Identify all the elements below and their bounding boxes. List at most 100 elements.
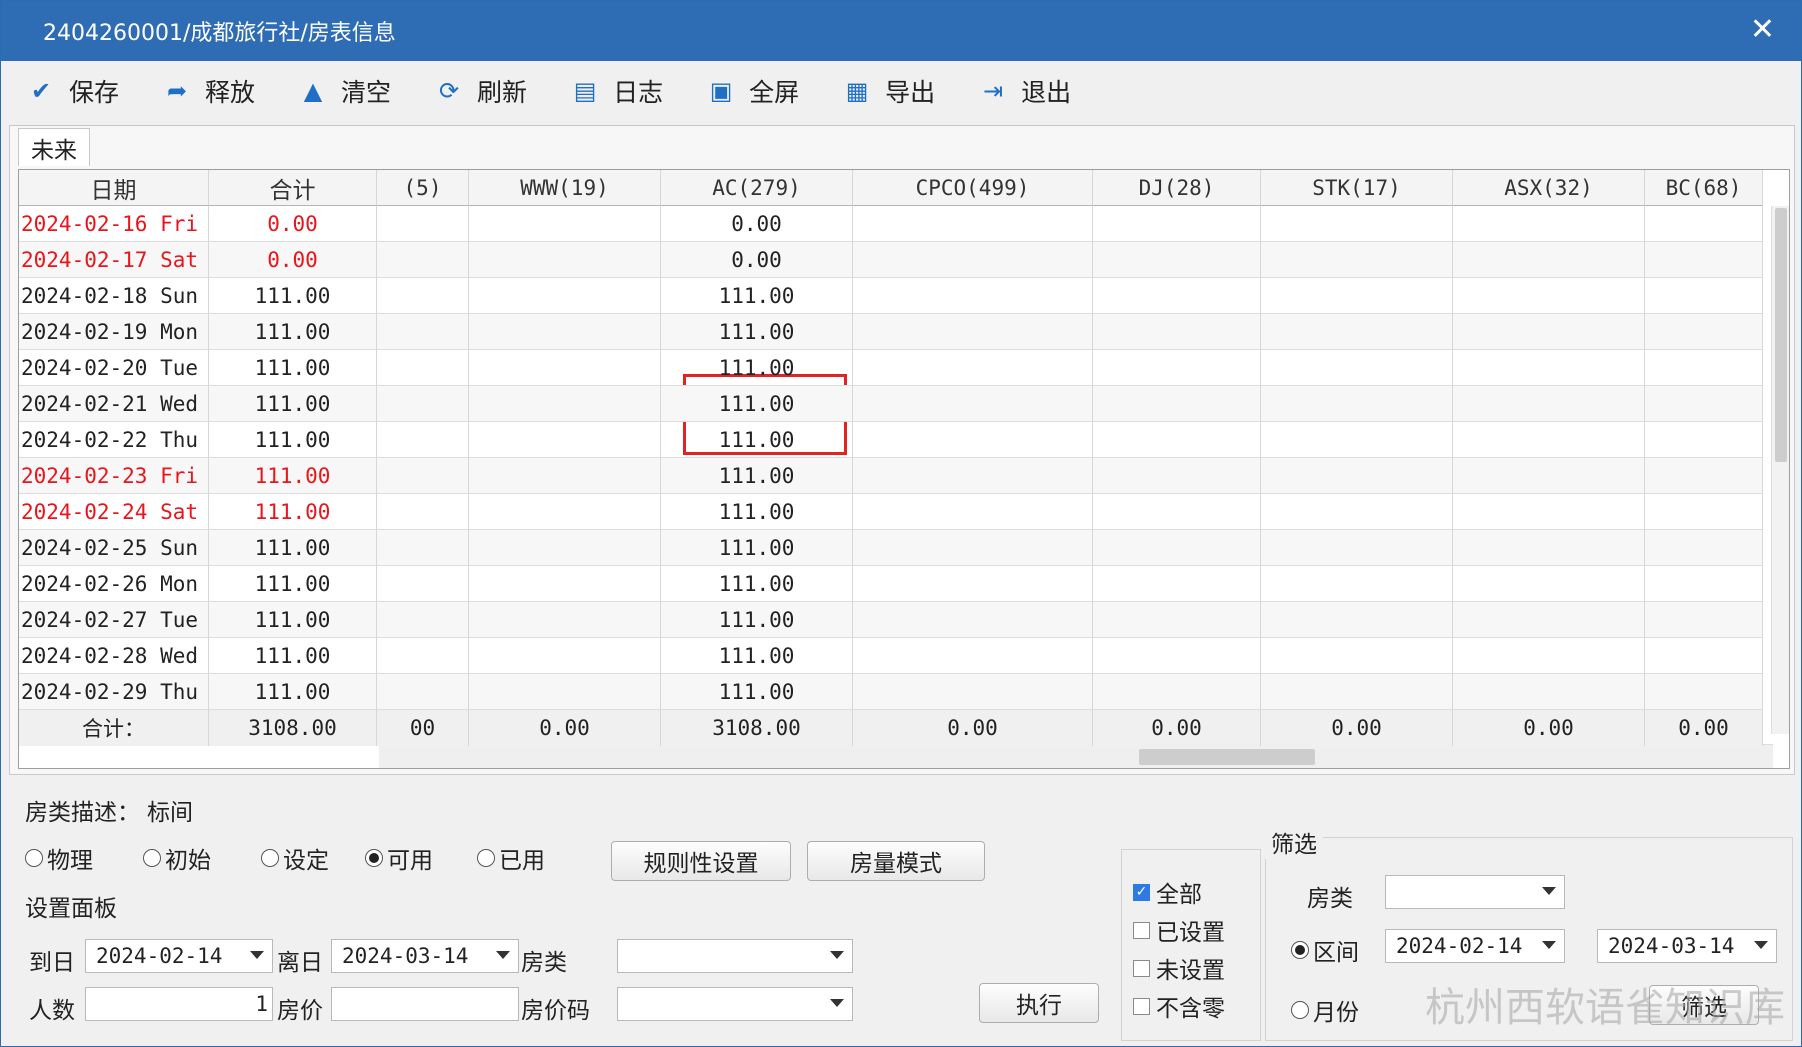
leave-date-combo[interactable]: 2024-03-14 [331,939,519,973]
cell-total[interactable]: 111.00 [209,314,377,350]
cell-col-ac[interactable]: 111.00 [661,278,853,314]
table-row[interactable]: 2024-02-21 Wed 111.00 111.00 [19,386,1773,422]
cell-col-www[interactable] [469,638,661,674]
cell-col-cpco[interactable] [853,566,1093,602]
table-row[interactable]: 2024-02-23 Fri 111.00 111.00 [19,458,1773,494]
clear-button[interactable]: ▲ 清空 [299,73,391,109]
cell-col-stk[interactable] [1261,674,1453,710]
cell-col-bc[interactable] [1645,494,1763,530]
range-radio[interactable]: 区间 [1291,933,1359,967]
mode-radio-initial[interactable]: 初始 [143,841,211,875]
cell-col-www[interactable] [469,242,661,278]
price-code-combo[interactable] [617,987,853,1021]
cell-col-bc[interactable] [1645,386,1763,422]
cell-date[interactable]: 2024-02-28 Wed [19,638,209,674]
cell-col-www[interactable] [469,386,661,422]
table-row[interactable]: 2024-02-22 Thu 111.00 111.00 [19,422,1773,458]
column-header-col-dj[interactable]: DJ(28) [1093,170,1261,206]
cell-col-stk[interactable] [1261,638,1453,674]
cell-date[interactable]: 2024-02-25 Sun [19,530,209,566]
horizontal-scroll-thumb[interactable] [1139,749,1315,765]
vertical-scroll-thumb[interactable] [1775,208,1787,462]
cell-col-bc[interactable] [1645,566,1763,602]
cell-col-5[interactable] [377,458,469,494]
cell-col-asx[interactable] [1453,638,1645,674]
cell-col-dj[interactable] [1093,386,1261,422]
cell-col-dj[interactable] [1093,530,1261,566]
cell-col-bc[interactable] [1645,530,1763,566]
cell-date[interactable]: 2024-02-23 Fri [19,458,209,494]
cell-col-bc[interactable] [1645,242,1763,278]
cell-total[interactable]: 0.00 [209,242,377,278]
column-header-total[interactable]: 合计 [209,170,377,206]
cell-col-cpco[interactable] [853,458,1093,494]
cell-col-bc[interactable] [1645,602,1763,638]
cell-col-bc[interactable] [1645,278,1763,314]
people-input[interactable]: 1 [85,987,273,1021]
cell-col-www[interactable] [469,278,661,314]
cell-col-stk[interactable] [1261,314,1453,350]
table-row[interactable]: 2024-02-17 Sat 0.00 0.00 [19,242,1773,278]
table-row[interactable]: 2024-02-18 Sun 111.00 111.00 [19,278,1773,314]
cell-col-cpco[interactable] [853,494,1093,530]
cell-col-asx[interactable] [1453,206,1645,242]
cell-total[interactable]: 111.00 [209,494,377,530]
cell-col-asx[interactable] [1453,530,1645,566]
cell-col-www[interactable] [469,494,661,530]
column-header-col-5[interactable]: (5) [377,170,469,206]
cell-col-ac[interactable]: 111.00 [661,530,853,566]
cell-col-cpco[interactable] [853,602,1093,638]
cell-col-dj[interactable] [1093,350,1261,386]
cell-col-5[interactable] [377,206,469,242]
cell-col-asx[interactable] [1453,674,1645,710]
cell-total[interactable]: 111.00 [209,566,377,602]
cell-date[interactable]: 2024-02-20 Tue [19,350,209,386]
mode-radio-available[interactable]: 可用 [365,841,433,875]
cell-col-5[interactable] [377,314,469,350]
cell-col-cpco[interactable] [853,350,1093,386]
cell-col-bc[interactable] [1645,350,1763,386]
cell-col-dj[interactable] [1093,566,1261,602]
cell-col-5[interactable] [377,674,469,710]
cell-col-asx[interactable] [1453,494,1645,530]
log-button[interactable]: ▤ 日志 [571,73,663,109]
cell-col-cpco[interactable] [853,314,1093,350]
cell-col-stk[interactable] [1261,458,1453,494]
cell-total[interactable]: 111.00 [209,458,377,494]
cell-col-dj[interactable] [1093,494,1261,530]
cell-date[interactable]: 2024-02-24 Sat [19,494,209,530]
cell-col-www[interactable] [469,350,661,386]
cell-date[interactable]: 2024-02-18 Sun [19,278,209,314]
cell-col-ac[interactable]: 111.00 [661,602,853,638]
cell-total[interactable]: 111.00 [209,638,377,674]
cell-col-asx[interactable] [1453,602,1645,638]
cell-col-5[interactable] [377,422,469,458]
check-nonzero[interactable]: 不含零 [1133,989,1225,1023]
cell-total[interactable]: 111.00 [209,602,377,638]
cell-col-5[interactable] [377,494,469,530]
cell-col-stk[interactable] [1261,602,1453,638]
rule-settings-button[interactable]: 规则性设置 [611,841,791,881]
month-radio[interactable]: 月份 [1291,993,1359,1027]
cell-date[interactable]: 2024-02-22 Thu [19,422,209,458]
cell-col-www[interactable] [469,530,661,566]
grid-header-row[interactable]: 日期 合计 (5) WWW(19) AC(279) CPCO(499) DJ(28) STK(… [19,170,1773,206]
cell-col-dj[interactable] [1093,206,1261,242]
cell-col-bc[interactable] [1645,206,1763,242]
cell-col-cpco[interactable] [853,206,1093,242]
cell-col-5[interactable] [377,350,469,386]
cell-col-ac[interactable]: 0.00 [661,206,853,242]
cell-col-www[interactable] [469,566,661,602]
cell-total[interactable]: 111.00 [209,674,377,710]
cell-date[interactable]: 2024-02-27 Tue [19,602,209,638]
table-row[interactable]: 2024-02-25 Sun 111.00 111.00 [19,530,1773,566]
cell-col-dj[interactable] [1093,602,1261,638]
column-header-col-bc[interactable]: BC(68) [1645,170,1763,206]
summary-row[interactable]: 合计： 3108.00 00 0.00 3108.00 0.00 0.00 0.00 0.00 0… [19,710,1773,746]
cell-col-www[interactable] [469,602,661,638]
column-header-col-www[interactable]: WWW(19) [469,170,661,206]
cell-col-asx[interactable] [1453,314,1645,350]
cell-col-asx[interactable] [1453,350,1645,386]
exit-button[interactable]: ⇥ 退出 [979,73,1071,109]
cell-col-dj[interactable] [1093,458,1261,494]
